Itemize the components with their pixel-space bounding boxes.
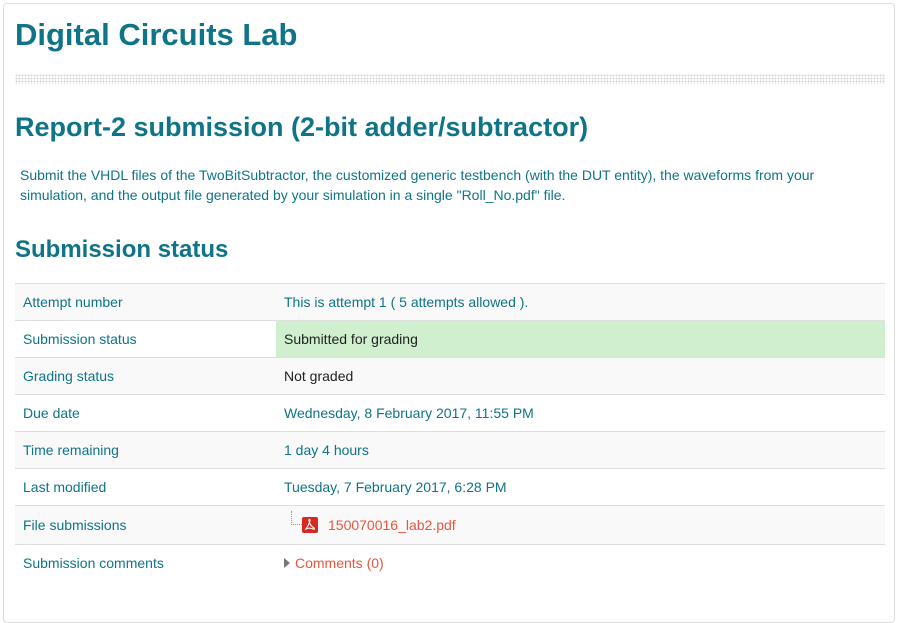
due-date-value: Wednesday, 8 February 2017, 11:55 PM: [276, 394, 885, 432]
time-remaining-value: 1 day 4 hours: [276, 431, 885, 469]
table-row: Last modified Tuesday, 7 February 2017, …: [15, 468, 885, 506]
table-row: Grading status Not graded: [15, 357, 885, 395]
pdf-file-icon: [302, 517, 318, 533]
table-row: Attempt number This is attempt 1 ( 5 att…: [15, 283, 885, 321]
row-label: File submissions: [15, 505, 276, 545]
row-label: Due date: [15, 394, 276, 432]
submission-status-heading: Submission status: [15, 236, 229, 263]
assignment-description: Submit the VHDL files of the TwoBitSubtr…: [20, 167, 815, 203]
submission-comments-cell: Comments (0): [276, 544, 885, 581]
row-label: Grading status: [15, 357, 276, 395]
submitted-file-link[interactable]: 150070016_lab2.pdf: [328, 517, 456, 533]
row-label: Submission status: [15, 320, 276, 358]
table-row: Time remaining 1 day 4 hours: [15, 431, 885, 469]
assignment-title: Report-2 submission (2-bit adder/subtrac…: [15, 112, 589, 142]
submission-status-value: Submitted for grading: [276, 320, 885, 358]
table-row: Due date Wednesday, 8 February 2017, 11:…: [15, 394, 885, 432]
table-row: File submissions 150070016_lab2.pdf: [15, 505, 885, 545]
last-modified-value: Tuesday, 7 February 2017, 6:28 PM: [276, 468, 885, 506]
attempt-number-value: This is attempt 1 ( 5 attempts allowed )…: [276, 283, 885, 321]
comments-toggle[interactable]: Comments (0): [284, 555, 877, 571]
dotted-divider: [15, 74, 885, 84]
table-row: Submission status Submitted for grading: [15, 320, 885, 358]
comments-link[interactable]: Comments (0): [295, 555, 384, 571]
table-row: Submission comments Comments (0): [15, 544, 885, 581]
row-label: Last modified: [15, 468, 276, 506]
collapsed-caret-icon[interactable]: [284, 558, 290, 568]
file-submissions-cell: 150070016_lab2.pdf: [276, 505, 885, 545]
file-tree: 150070016_lab2.pdf: [284, 511, 877, 533]
page-container: Digital Circuits Lab Report-2 submission…: [3, 3, 895, 623]
row-label: Submission comments: [15, 544, 276, 581]
submission-status-table: Attempt number This is attempt 1 ( 5 att…: [15, 283, 885, 581]
row-label: Attempt number: [15, 283, 276, 321]
course-title: Digital Circuits Lab: [15, 17, 298, 52]
grading-status-value: Not graded: [276, 357, 885, 395]
row-label: Time remaining: [15, 431, 276, 469]
tree-connector: [291, 511, 302, 525]
